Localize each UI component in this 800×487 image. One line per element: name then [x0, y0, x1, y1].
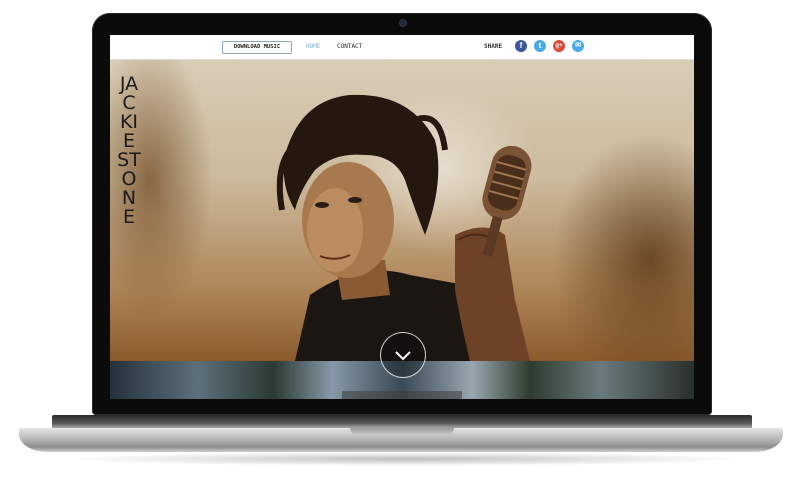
- hero-photo: JACKIE STONE: [110, 60, 694, 361]
- nav-home-link[interactable]: HOME: [306, 42, 320, 51]
- artist-vertical-title: JACKIE STONE: [117, 73, 141, 228]
- nav-contact-link[interactable]: CONTACT: [337, 42, 362, 51]
- webcam: [400, 20, 406, 26]
- facebook-icon[interactable]: f: [515, 40, 527, 52]
- twitter-icon[interactable]: t: [534, 40, 546, 52]
- screen: DOWNLOAD MUSIC HOME CONTACT SHARE f t g+…: [110, 35, 694, 399]
- share-label: SHARE: [484, 43, 503, 50]
- laptop-hinge: [52, 415, 752, 429]
- chevron-down-icon: [395, 351, 411, 361]
- download-music-button[interactable]: DOWNLOAD MUSIC: [222, 41, 292, 54]
- gallery-caption-bar: [342, 391, 462, 399]
- email-icon[interactable]: ✉: [572, 40, 584, 52]
- top-navbar: DOWNLOAD MUSIC HOME CONTACT SHARE f t g+…: [110, 35, 694, 60]
- googleplus-icon[interactable]: g+: [553, 40, 565, 52]
- laptop-shadow: [60, 452, 750, 466]
- laptop-notch: [350, 428, 454, 435]
- scroll-down-button[interactable]: [380, 332, 426, 378]
- singer-illustration: [276, 94, 532, 361]
